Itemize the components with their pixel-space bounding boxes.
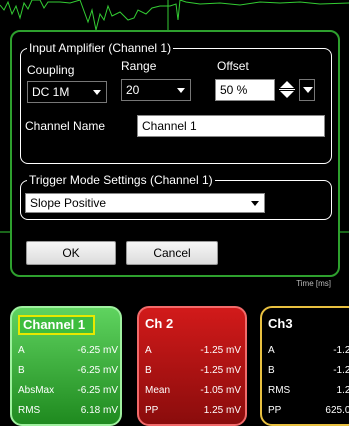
measure-key: B — [18, 364, 25, 376]
measure-key: RMS — [268, 384, 291, 396]
measure-value: 1.25 mV — [203, 404, 241, 416]
measure-value: -1.05 mV — [200, 384, 241, 396]
chevron-down-icon — [251, 201, 259, 206]
coupling-select[interactable]: DC 1M — [27, 81, 107, 103]
measure-key: B — [268, 364, 275, 376]
ch1-trace — [0, 0, 349, 31]
measure-value: 1.22 — [336, 384, 349, 396]
channel-1-panel[interactable]: Channel 1 A -6.25 mV B -6.25 mV AbsMax -6.2… — [10, 306, 122, 426]
offset-dropdown-button[interactable] — [299, 79, 315, 101]
arrow-down-icon[interactable] — [280, 91, 294, 98]
arrow-up-icon[interactable] — [280, 81, 294, 88]
range-select[interactable]: 20 — [121, 79, 191, 101]
input-amplifier-title: Input Amplifier (Channel 1) — [27, 41, 174, 55]
channel-2-title: Ch 2 — [145, 316, 174, 331]
channel-1-title[interactable]: Channel 1 — [18, 315, 96, 335]
ok-button[interactable]: OK — [26, 241, 116, 265]
trigger-mode-select[interactable]: Slope Positive — [25, 193, 265, 213]
channel-name-label: Channel Name — [25, 119, 106, 133]
table-row: B -1.25 — [268, 360, 349, 380]
offset-value: 50 % — [220, 83, 248, 97]
channel-2-panel[interactable]: Ch 2 A -1.25 mV B -1.25 mV Mean -1.05 mV PP… — [137, 306, 247, 426]
measure-key: PP — [145, 404, 159, 416]
measure-key: AbsMax — [18, 384, 55, 396]
coupling-label: Coupling — [27, 63, 75, 77]
chevron-down-icon — [93, 90, 101, 95]
channel-1-measurements: A -6.25 mV B -6.25 mV AbsMax -6.25 mV RMS 6.… — [18, 340, 118, 420]
measure-value: -1.25 — [333, 364, 349, 376]
measure-value: -6.25 mV — [77, 384, 118, 396]
offset-label: Offset — [217, 59, 249, 73]
table-row: RMS 6.18 mV — [18, 400, 118, 420]
table-row: PP 625.00 — [268, 400, 349, 420]
measure-key: A — [18, 344, 25, 356]
table-row: PP 1.25 mV — [145, 400, 241, 420]
measure-value: 6.18 mV — [80, 404, 118, 416]
measure-value: 625.00 — [325, 404, 349, 416]
channel-settings-dialog: Input Amplifier (Channel 1) Coupling DC … — [10, 30, 340, 277]
channel-name-input[interactable]: Channel 1 — [137, 115, 325, 137]
offset-spinner[interactable] — [277, 79, 297, 101]
input-amplifier-group: Input Amplifier (Channel 1) Coupling DC … — [20, 41, 332, 164]
trigger-mode-title: Trigger Mode Settings (Channel 1) — [27, 173, 215, 187]
chevron-down-icon — [177, 88, 185, 93]
channel-3-title: Ch3 — [268, 316, 293, 331]
measure-key: B — [145, 364, 152, 376]
trigger-mode-group: Trigger Mode Settings (Channel 1) Slope … — [20, 173, 332, 220]
table-row: A -1.25 — [268, 340, 349, 360]
time-axis-unit: Time [ms] — [296, 279, 331, 288]
measure-key: RMS — [18, 404, 41, 416]
coupling-value: DC 1M — [32, 85, 70, 99]
table-row: A -1.25 mV — [145, 340, 241, 360]
measure-key: A — [145, 344, 152, 356]
cancel-button[interactable]: Cancel — [126, 241, 218, 265]
channel-3-measurements: A -1.25 B -1.25 RMS 1.22 PP 625.00 — [268, 340, 349, 420]
table-row: B -6.25 mV — [18, 360, 118, 380]
measure-key: PP — [268, 404, 282, 416]
measure-key: A — [268, 344, 275, 356]
channel-name-value: Channel 1 — [142, 119, 197, 133]
measure-value: -6.25 mV — [77, 364, 118, 376]
measure-value: -6.25 mV — [77, 344, 118, 356]
offset-input[interactable]: 50 % — [215, 79, 275, 101]
trigger-mode-value: Slope Positive — [30, 196, 107, 210]
table-row: A -6.25 mV — [18, 340, 118, 360]
table-row: B -1.25 mV — [145, 360, 241, 380]
range-value: 20 — [126, 83, 140, 97]
measure-key: Mean — [145, 384, 171, 396]
spinner-divider — [279, 89, 295, 90]
table-row: RMS 1.22 — [268, 380, 349, 400]
measure-value: -1.25 mV — [200, 344, 241, 356]
measure-value: -1.25 mV — [200, 364, 241, 376]
range-label: Range — [121, 59, 157, 73]
chevron-down-icon — [303, 87, 313, 93]
channel-2-measurements: A -1.25 mV B -1.25 mV Mean -1.05 mV PP 1.25 … — [145, 340, 241, 420]
measure-value: -1.25 — [333, 344, 349, 356]
table-row: AbsMax -6.25 mV — [18, 380, 118, 400]
table-row: Mean -1.05 mV — [145, 380, 241, 400]
channel-3-panel[interactable]: Ch3 A -1.25 B -1.25 RMS 1.22 PP 625.00 — [260, 306, 349, 426]
